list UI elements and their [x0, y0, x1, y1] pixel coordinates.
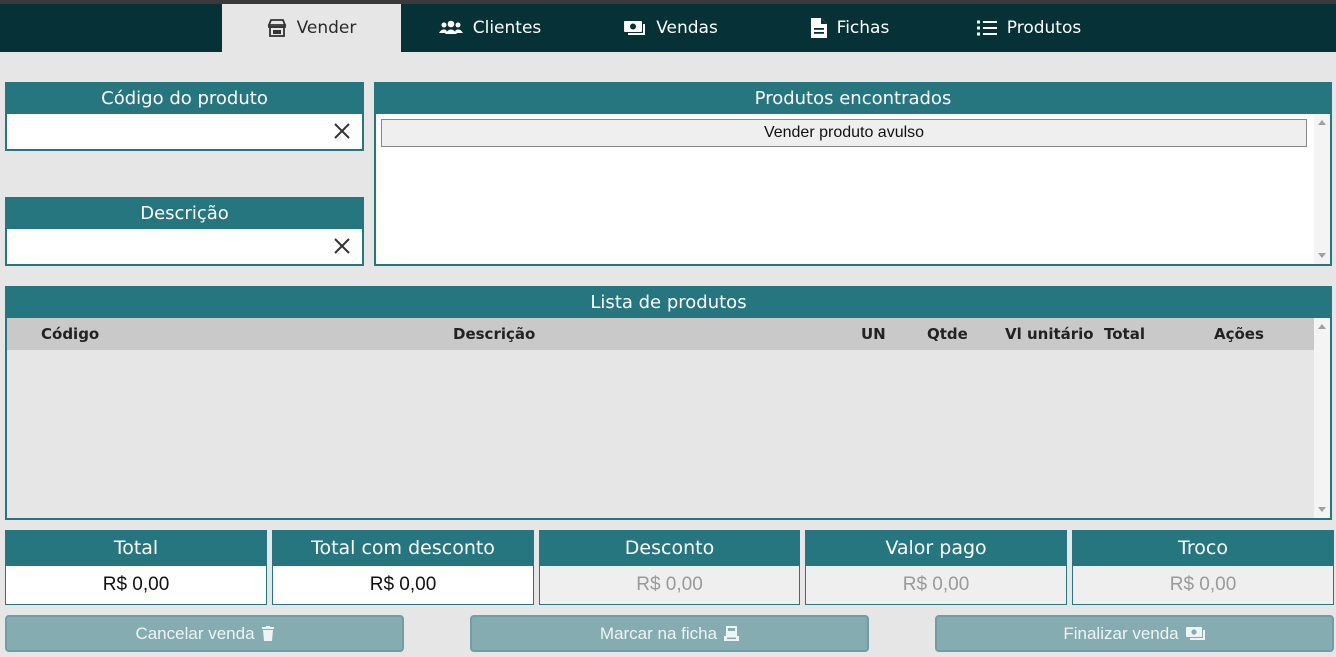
file-icon — [810, 18, 827, 38]
tab-clientes[interactable]: Clientes — [430, 4, 550, 52]
marcar-na-ficha-label: Marcar na ficha — [599, 623, 718, 643]
col-total: Total — [1104, 325, 1145, 343]
tab-vendas-label: Vendas — [656, 18, 718, 38]
users-icon — [438, 20, 463, 36]
cancelar-venda-button[interactable]: Cancelar venda — [5, 615, 404, 652]
valor-pago-box: Valor pago R$ 0,00 — [805, 530, 1067, 605]
total-value: R$ 0,00 — [6, 566, 266, 604]
col-vl-unitario: Vl unitário — [1005, 325, 1094, 343]
scroll-down-arrow-icon[interactable] — [1318, 507, 1326, 512]
descricao-panel: Descrição — [5, 197, 364, 266]
cancelar-venda-label: Cancelar venda — [135, 623, 255, 643]
scroll-up-arrow-icon[interactable] — [1318, 120, 1326, 125]
total-com-desconto-box: Total com desconto R$ 0,00 — [272, 530, 534, 605]
finalizar-venda-button[interactable]: Finalizar venda — [935, 615, 1334, 652]
valor-pago-label: Valor pago — [806, 531, 1066, 566]
troco-value: R$ 0,00 — [1073, 566, 1333, 604]
trash-icon — [261, 626, 274, 641]
finalizar-venda-label: Finalizar venda — [1063, 623, 1179, 643]
lista-scrollbar[interactable] — [1314, 318, 1330, 518]
store-icon — [267, 19, 287, 37]
produtos-encontrados-panel: Produtos encontrados Vender produto avul… — [374, 82, 1332, 266]
tab-produtos[interactable]: Produtos — [965, 4, 1093, 52]
money-bill-icon — [624, 20, 646, 36]
encontrados-scrollbar[interactable] — [1314, 114, 1330, 264]
valor-pago-field[interactable]: R$ 0,00 — [806, 566, 1066, 604]
tab-produtos-label: Produtos — [1006, 18, 1082, 38]
troco-label: Troco — [1073, 531, 1333, 566]
descricao-clear-icon[interactable] — [332, 236, 352, 256]
troco-box: Troco R$ 0,00 — [1072, 530, 1334, 605]
products-table-header: Código Descrição UN Qtde Vl unitário Tot… — [7, 318, 1314, 350]
marcar-na-ficha-button[interactable]: Marcar na ficha — [470, 615, 869, 652]
desconto-label: Desconto — [540, 531, 799, 566]
codigo-clear-icon[interactable] — [332, 121, 352, 141]
col-acoes: Ações — [1214, 325, 1264, 343]
scroll-down-arrow-icon[interactable] — [1318, 253, 1326, 258]
tab-vender-label: Vender — [296, 18, 357, 38]
total-box: Total R$ 0,00 — [5, 530, 267, 605]
codigo-input[interactable] — [7, 114, 327, 146]
descricao-title: Descrição — [7, 199, 362, 229]
desconto-box: Desconto R$ 0,00 — [539, 530, 800, 605]
top-nav-bar: Vender Clientes Vendas Fichas Produtos — [0, 0, 1336, 52]
tab-vender[interactable]: Vender — [222, 4, 401, 52]
scroll-up-arrow-icon[interactable] — [1318, 324, 1326, 329]
col-qtde: Qtde — [927, 325, 968, 343]
descricao-input[interactable] — [7, 229, 327, 261]
tab-fichas[interactable]: Fichas — [800, 4, 900, 52]
tab-vendas[interactable]: Vendas — [612, 4, 730, 52]
col-un: UN — [861, 325, 886, 343]
col-codigo: Código — [41, 325, 100, 343]
total-com-desconto-label: Total com desconto — [273, 531, 533, 566]
lista-produtos-title: Lista de produtos — [7, 288, 1330, 318]
desconto-field[interactable]: R$ 0,00 — [540, 566, 799, 604]
col-descricao: Descrição — [453, 325, 536, 343]
total-com-desconto-value: R$ 0,00 — [273, 566, 533, 604]
codigo-panel: Código do produto — [5, 82, 364, 151]
products-table-body — [7, 350, 1314, 518]
money-bill-icon — [1185, 626, 1206, 641]
lista-produtos-panel: Lista de produtos Código Descrição UN Qt… — [5, 286, 1332, 520]
tab-clientes-label: Clientes — [472, 18, 542, 38]
list-icon — [976, 20, 997, 36]
codigo-title: Código do produto — [7, 84, 362, 114]
vender-produto-avulso-button[interactable]: Vender produto avulso — [381, 119, 1307, 147]
register-icon — [724, 626, 740, 641]
tab-fichas-label: Fichas — [836, 18, 890, 38]
total-label: Total — [6, 531, 266, 566]
produtos-encontrados-title: Produtos encontrados — [376, 84, 1330, 114]
